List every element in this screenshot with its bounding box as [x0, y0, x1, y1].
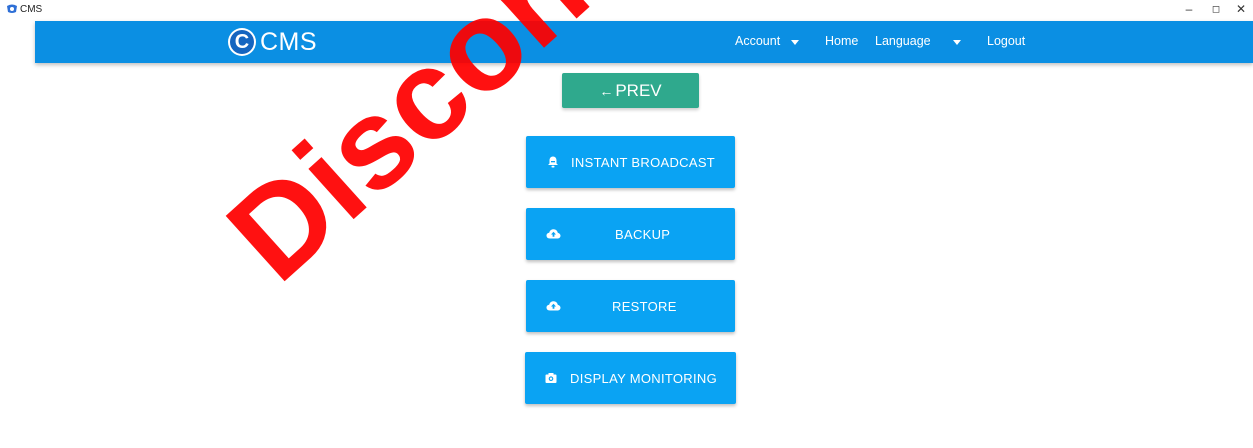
nav-logout[interactable]: Logout [987, 34, 1025, 48]
restore-label: RESTORE [612, 298, 677, 314]
cloud-upload-icon [546, 229, 561, 239]
camera-icon [545, 373, 557, 383]
cloud-upload-icon [546, 301, 561, 311]
restore-button[interactable]: RESTORE [526, 280, 735, 332]
brand-letter: C [230, 30, 254, 54]
window-title: CMS [20, 4, 43, 15]
backup-button[interactable]: BACKUP [526, 208, 735, 260]
prev-button[interactable]: ← PREV [562, 73, 699, 108]
nav-account[interactable]: Account [735, 34, 780, 48]
display-monitoring-button[interactable]: DISPLAY MONITORING [525, 352, 736, 404]
brand-mark-icon: C [228, 28, 256, 56]
window-titlebar: CMS – ◻ ✕ [0, 0, 1253, 21]
bell-icon [548, 156, 558, 168]
nav-language[interactable]: Language [875, 34, 931, 48]
language-caret-icon[interactable] [953, 40, 961, 45]
close-button[interactable]: ✕ [1232, 2, 1250, 16]
instant-broadcast-label: INSTANT BROADCAST [571, 154, 716, 170]
app-icon [7, 4, 17, 13]
nav-home[interactable]: Home [825, 34, 858, 48]
top-navbar: C CMS Account Home Language Logout [35, 21, 1253, 63]
minimize-button[interactable]: – [1180, 2, 1198, 16]
maximize-button[interactable]: ◻ [1207, 4, 1225, 15]
prev-label: PREV [615, 80, 662, 100]
backup-label: BACKUP [615, 226, 671, 242]
brand-text: CMS [260, 27, 318, 56]
display-monitoring-label: DISPLAY MONITORING [570, 370, 717, 386]
brand-logo[interactable]: C CMS [228, 27, 317, 57]
arrow-left-icon: ← [599, 82, 614, 99]
account-caret-icon[interactable] [791, 40, 799, 45]
instant-broadcast-button[interactable]: INSTANT BROADCAST [526, 136, 735, 188]
